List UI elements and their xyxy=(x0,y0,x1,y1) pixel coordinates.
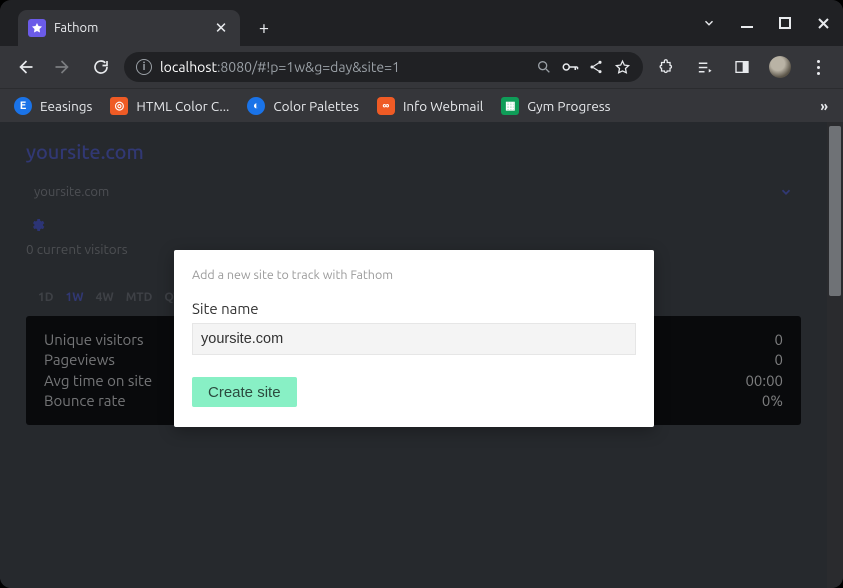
nav-back-button[interactable] xyxy=(10,52,40,82)
window-controls xyxy=(699,0,833,46)
browser-menu-icon[interactable] xyxy=(803,52,833,82)
bookmark-label: Color Palettes xyxy=(273,98,359,114)
omnibox-search-icon[interactable] xyxy=(535,58,553,76)
address-bar[interactable]: i localhost:8080/#!p=1w&g=day&site=1 xyxy=(124,52,643,82)
password-key-icon[interactable] xyxy=(561,58,579,76)
url-host: localhost xyxy=(160,59,217,75)
site-name-label: Site name xyxy=(192,300,636,317)
bookmark-info-webmail[interactable]: ∞Info Webmail xyxy=(377,97,483,115)
modal-hint: Add a new site to track with Fathom xyxy=(192,268,636,282)
create-site-button[interactable]: Create site xyxy=(192,377,297,407)
browser-tab[interactable]: Fathom ✕ xyxy=(18,10,240,46)
window-minimize-icon[interactable] xyxy=(737,13,757,33)
tab-close-icon[interactable]: ✕ xyxy=(212,19,230,37)
browser-viewport: yoursite.com yoursite.com 0 current visi… xyxy=(0,122,843,588)
page-scrollbar[interactable] xyxy=(827,122,843,588)
media-control-icon[interactable] xyxy=(689,52,719,82)
browser-tab-strip: Fathom ✕ + xyxy=(0,0,843,46)
nav-forward-button xyxy=(48,52,78,82)
bookmarks-overflow-icon[interactable]: » xyxy=(820,98,829,114)
tab-title: Fathom xyxy=(54,21,204,35)
bookmark-color-palettes[interactable]: ◐Color Palettes xyxy=(247,97,359,115)
bookmark-label: Info Webmail xyxy=(403,98,483,114)
bookmark-label: Gym Progress xyxy=(527,98,610,114)
site-info-icon[interactable]: i xyxy=(136,59,152,75)
bookmark-html-color[interactable]: ◎HTML Color C... xyxy=(110,97,229,115)
side-panel-icon[interactable] xyxy=(727,52,757,82)
window-close-icon[interactable] xyxy=(813,13,833,33)
tab-search-icon[interactable] xyxy=(699,13,719,33)
nav-reload-button[interactable] xyxy=(86,52,116,82)
browser-toolbar: i localhost:8080/#!p=1w&g=day&site=1 xyxy=(0,46,843,88)
new-tab-button[interactable]: + xyxy=(250,14,278,42)
tab-favicon xyxy=(28,19,46,37)
bookmark-eeasings[interactable]: EEeasings xyxy=(14,97,92,115)
bookmark-star-icon[interactable] xyxy=(613,58,631,76)
share-icon[interactable] xyxy=(587,58,605,76)
window-maximize-icon[interactable] xyxy=(775,13,795,33)
site-name-input[interactable] xyxy=(192,323,636,355)
address-url: localhost:8080/#!p=1w&g=day&site=1 xyxy=(160,59,400,75)
bookmarks-bar: EEeasings ◎HTML Color C... ◐Color Palett… xyxy=(0,88,843,122)
create-site-modal: Add a new site to track with Fathom Site… xyxy=(174,250,654,427)
bookmark-label: HTML Color C... xyxy=(136,98,229,114)
bookmark-label: Eeasings xyxy=(40,98,92,114)
extensions-icon[interactable] xyxy=(651,52,681,82)
scrollbar-thumb[interactable] xyxy=(829,126,841,296)
bookmark-gym-progress[interactable]: ▦Gym Progress xyxy=(501,97,610,115)
profile-avatar[interactable] xyxy=(765,52,795,82)
url-rest: :8080/#!p=1w&g=day&site=1 xyxy=(217,59,400,75)
